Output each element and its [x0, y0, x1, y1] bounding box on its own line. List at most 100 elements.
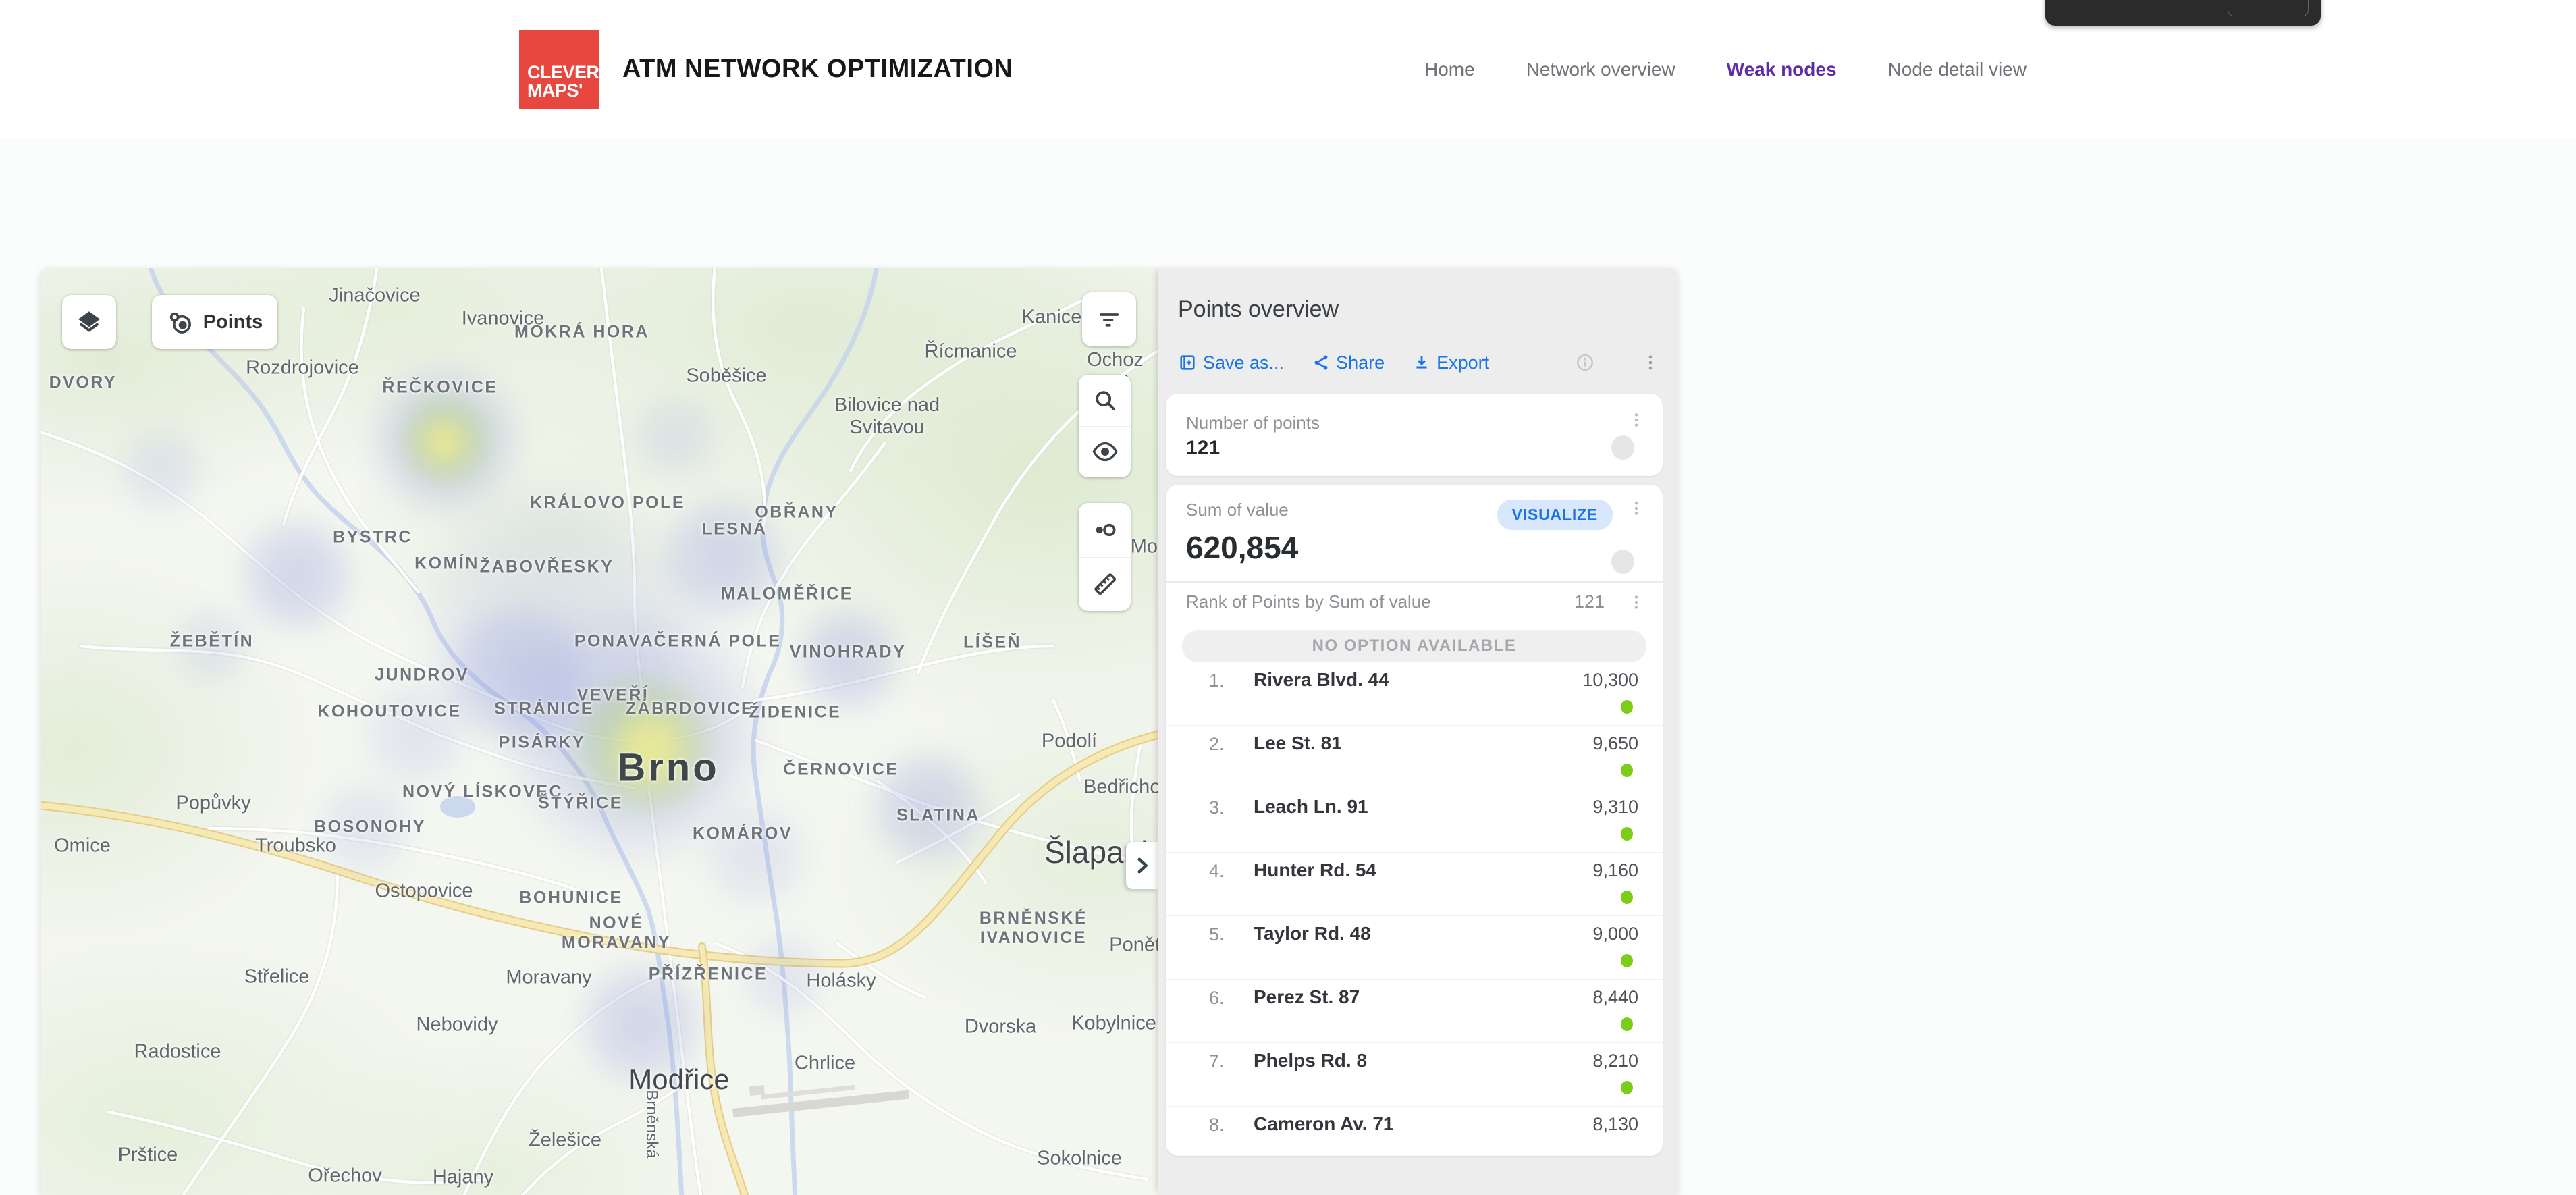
- share-button[interactable]: Share: [1312, 352, 1385, 373]
- rank-number: 1.: [1209, 670, 1225, 691]
- eye-icon: [1092, 438, 1119, 465]
- toast-remnant: [2045, 0, 2321, 26]
- map-visibility-button[interactable]: [1079, 426, 1131, 478]
- nav-item-node-detail-view[interactable]: Node detail view: [1888, 59, 2027, 80]
- rank-row[interactable]: 3. Leach Ln. 91 9,310: [1166, 789, 1663, 853]
- export-button[interactable]: Export: [1413, 352, 1489, 373]
- rank-row[interactable]: 1.Rivera Blvd. 4410,300: [1166, 662, 1663, 726]
- save-as-button[interactable]: Save as...: [1178, 352, 1284, 373]
- rank-header: Rank of Points by Sum of value 121: [1186, 591, 1645, 612]
- rank-number: 4.: [1209, 861, 1225, 882]
- save-as-label: Save as...: [1203, 352, 1284, 373]
- rank-name: Phelps Rd. 8: [1254, 1050, 1367, 1071]
- export-label: Export: [1437, 352, 1489, 373]
- rank-number: 3.: [1209, 797, 1225, 818]
- rank-name: Leach Ln. 91: [1254, 796, 1368, 818]
- map-tools-group-2: [1079, 503, 1131, 611]
- map-measure-button[interactable]: [1079, 557, 1131, 612]
- layers-button[interactable]: [62, 295, 116, 349]
- rank-number: 5.: [1209, 924, 1225, 945]
- info-button[interactable]: [1575, 352, 1595, 373]
- sum-of-value-value: 620,854: [1186, 529, 1298, 566]
- rank-row[interactable]: 2.Lee St. 819,650: [1166, 726, 1663, 789]
- rank-value: 8,130: [1592, 1114, 1638, 1135]
- card-menu-button[interactable]: [1628, 411, 1645, 429]
- map-roads: [41, 268, 1158, 1195]
- layers-icon: [75, 308, 103, 336]
- chevron-right-icon: [1131, 854, 1154, 877]
- rank-number: 7.: [1209, 1051, 1225, 1072]
- map-compare-button[interactable]: [1079, 503, 1131, 557]
- panel-title: Points overview: [1178, 296, 1339, 323]
- rank-label: Rank of Points by Sum of value: [1186, 591, 1431, 612]
- dashboard-block: JinačoviceIvanoviceMOKRÁ HORAKaniceŘícma…: [41, 268, 1678, 1195]
- rank-value: 8,210: [1592, 1051, 1638, 1071]
- map-tools-group-1: [1079, 375, 1131, 477]
- nav-item-home[interactable]: Home: [1424, 59, 1475, 80]
- rank-name: Perez St. 87: [1254, 986, 1360, 1008]
- rank-value: 9,310: [1592, 797, 1638, 818]
- rank-value: 8,440: [1592, 987, 1638, 1008]
- app-header: CLEVER° MAPS' ATM NETWORK OPTIMIZATION H…: [0, 0, 2576, 138]
- nav-item-network-overview[interactable]: Network overview: [1526, 59, 1675, 80]
- page-title: ATM NETWORK OPTIMIZATION: [622, 0, 1013, 138]
- rank-row[interactable]: 5.Taylor Rd. 489,000: [1166, 916, 1663, 980]
- ruler-icon: [1092, 570, 1119, 598]
- kebab-icon: [1628, 593, 1645, 611]
- rank-count: 121: [1574, 591, 1605, 612]
- circles-toggle-icon: [1092, 516, 1119, 543]
- rank-name: Hunter Rd. 54: [1254, 859, 1376, 881]
- kebab-icon: [1628, 500, 1645, 517]
- map-search-button[interactable]: [1079, 375, 1131, 426]
- rank-row[interactable]: 8. Cameron Av. 71 8,130: [1166, 1107, 1663, 1155]
- rank-row[interactable]: 6. Perez St. 87 8,440: [1166, 980, 1663, 1043]
- rank-name: Cameron Av. 71: [1254, 1113, 1393, 1135]
- no-option-pill: NO OPTION AVAILABLE: [1182, 630, 1646, 662]
- kebab-icon: [1628, 411, 1645, 429]
- filter-icon: [1095, 305, 1123, 334]
- visualize-chip[interactable]: VISUALIZE: [1497, 500, 1613, 530]
- points-layer-button[interactable]: Points: [152, 295, 277, 349]
- rank-value: 9,160: [1592, 860, 1638, 881]
- status-dot-green: [1621, 1081, 1633, 1094]
- card-menu-button[interactable]: [1628, 500, 1645, 517]
- toast-button[interactable]: [2228, 0, 2309, 16]
- rank-name: Taylor Rd. 48: [1254, 923, 1371, 945]
- panel-menu-button[interactable]: [1641, 353, 1660, 372]
- indicator-knob: [1611, 550, 1634, 574]
- map-canvas[interactable]: JinačoviceIvanoviceMOKRÁ HORAKaniceŘícma…: [41, 268, 1158, 1195]
- nav-item-weak-nodes[interactable]: Weak nodes: [1727, 59, 1837, 80]
- share-icon: [1312, 354, 1330, 371]
- points-icon: [167, 309, 194, 336]
- status-dot-green: [1621, 1017, 1633, 1031]
- rank-number: 2.: [1209, 734, 1225, 755]
- rank-value: 9,650: [1592, 733, 1638, 754]
- panel-expander-button[interactable]: [1126, 842, 1158, 889]
- number-of-points-card[interactable]: Number of points 121: [1166, 394, 1663, 476]
- main-nav: Home Network overview Weak nodes Node detai…: [1424, 0, 2027, 138]
- number-of-points-label: Number of points: [1186, 413, 1320, 433]
- rank-menu-button[interactable]: [1628, 593, 1645, 611]
- rank-list: 1.Rivera Blvd. 4410,3002.Lee St. 819,650…: [1166, 662, 1663, 1155]
- rank-row[interactable]: 4. Hunter Rd. 54 9,160: [1166, 853, 1663, 916]
- clevermaps-logo[interactable]: CLEVER° MAPS': [519, 30, 599, 109]
- status-dot-green: [1621, 954, 1633, 967]
- points-button-label: Points: [203, 311, 263, 334]
- logo-line1: CLEVER°: [527, 63, 599, 82]
- indicator-knob: [1611, 435, 1634, 460]
- save-as-icon: [1178, 353, 1197, 372]
- rank-number: 6.: [1209, 988, 1225, 1009]
- filter-button[interactable]: [1082, 292, 1136, 346]
- rank-number: 8.: [1209, 1115, 1225, 1136]
- rank-row[interactable]: 7. Phelps Rd. 8 8,210: [1166, 1043, 1663, 1107]
- export-icon: [1413, 354, 1430, 371]
- airport-runway: [730, 1070, 909, 1117]
- status-dot-green: [1621, 891, 1633, 904]
- sum-of-value-card: Sum of value VISUALIZE 620,854 Rank of P…: [1166, 485, 1663, 1156]
- number-of-points-value: 121: [1186, 437, 1220, 460]
- logo-line2: MAPS': [527, 82, 599, 100]
- rank-value: 10,300: [1582, 670, 1638, 691]
- search-icon: [1092, 388, 1118, 413]
- points-overview-panel: Points overview Save as... Share: [1158, 268, 1678, 1195]
- info-icon: [1575, 352, 1595, 373]
